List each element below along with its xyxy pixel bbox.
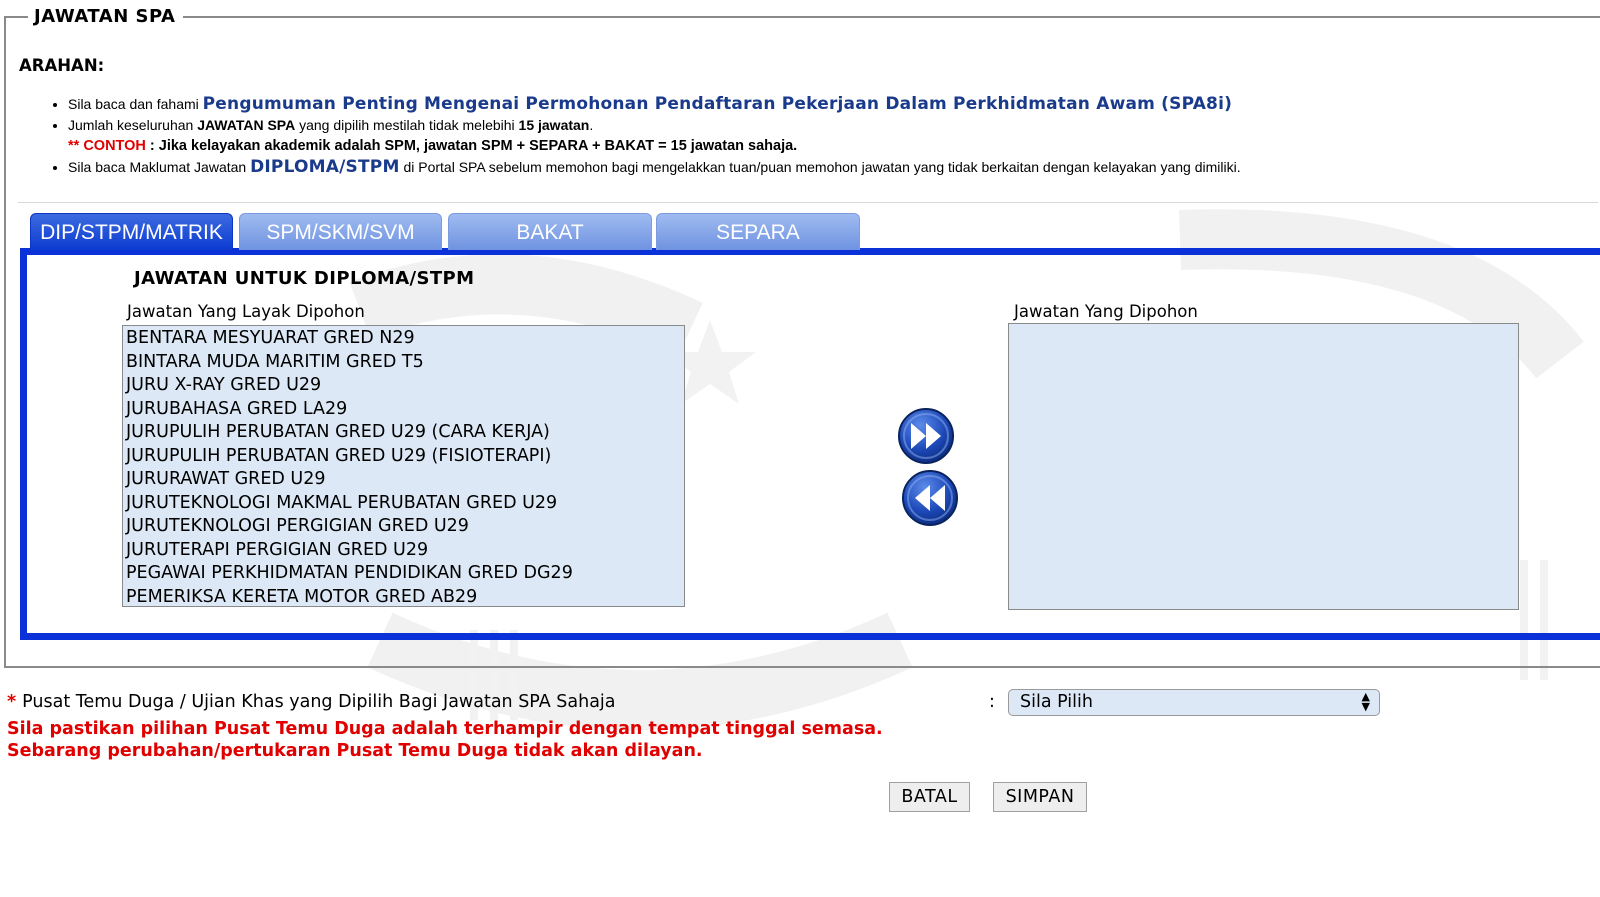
- save-button[interactable]: SIMPAN: [993, 782, 1087, 812]
- select-arrows-icon: ▲ ▼: [1361, 690, 1370, 713]
- cancel-button[interactable]: BATAL: [889, 782, 970, 812]
- instruction-text: di Portal SPA sebelum memohon bagi menge…: [399, 159, 1241, 175]
- diploma-stpm-link[interactable]: DIPLOMA/STPM: [250, 157, 399, 177]
- contoh-note: ** CONTOH : Jika kelayakan akademik adal…: [68, 136, 1241, 157]
- interview-centre-label: * Pusat Temu Duga / Ujian Khas yang Dipil…: [7, 692, 616, 712]
- available-positions-label: Jawatan Yang Layak Dipohon: [127, 302, 365, 321]
- tab-dip-stpm-matrik[interactable]: DIP/STPM/MATRIK: [30, 213, 233, 250]
- tab-spm-skm-svm[interactable]: SPM/SKM/SVM: [239, 213, 442, 250]
- instruction-bold: JAWATAN SPA: [197, 117, 296, 133]
- tab-bakat[interactable]: BAKAT: [448, 213, 652, 250]
- instruction-bold: 15 jawatan: [518, 117, 590, 133]
- list-item[interactable]: JURU X-RAY GRED U29: [123, 374, 684, 398]
- double-arrow-left-icon[interactable]: [901, 469, 959, 527]
- list-item[interactable]: BENTARA MESYUARAT GRED N29: [123, 327, 684, 351]
- contoh-label: ** CONTOH: [68, 138, 146, 154]
- instruction-text: Sila baca Maklumat Jawatan: [68, 159, 251, 175]
- warning-line: Sila pastikan pilihan Pusat Temu Duga ad…: [7, 719, 883, 739]
- list-item[interactable]: JURUBAHASA GRED LA29: [123, 398, 684, 422]
- interview-centre-select[interactable]: Sila Pilih ▲ ▼: [1008, 689, 1380, 716]
- list-item[interactable]: JURURAWAT GRED U29: [123, 468, 684, 492]
- list-item[interactable]: JURUPULIH PERUBATAN GRED U29 (FISIOTERAP…: [123, 445, 684, 469]
- instruction-item: Sila baca Maklumat Jawatan DIPLOMA/STPM …: [68, 157, 1241, 178]
- selected-positions-listbox[interactable]: [1008, 323, 1519, 610]
- list-item[interactable]: JURUTEKNOLOGI PERGIGIAN GRED U29: [123, 515, 684, 539]
- section-title: JAWATAN SPA: [28, 6, 184, 28]
- list-item[interactable]: JURUTERAPI PERGIGIAN GRED U29: [123, 539, 684, 563]
- tab-separa[interactable]: SEPARA: [656, 213, 860, 250]
- arahan-heading: ARAHAN:: [19, 56, 105, 75]
- divider: [18, 202, 1598, 203]
- required-mark: *: [7, 692, 17, 712]
- double-arrow-right-icon[interactable]: [897, 407, 955, 465]
- instruction-list: Sila baca dan fahami Pengumuman Penting …: [40, 94, 1241, 178]
- warning-line: Sebarang perubahan/pertukaran Pusat Temu…: [7, 741, 703, 761]
- contoh-text: : Jika kelayakan akademik adalah SPM, ja…: [145, 138, 798, 154]
- interview-centre-warning: Sila pastikan pilihan Pusat Temu Duga ad…: [7, 718, 883, 762]
- instruction-text: yang dipilih mestilah tidak melebihi: [295, 117, 519, 133]
- list-item[interactable]: PEGAWAI PERKHIDMATAN PENDIDIKAN GRED DG2…: [123, 562, 684, 586]
- instruction-text: Jumlah keseluruhan: [68, 117, 198, 133]
- announcement-link[interactable]: Pengumuman Penting Mengenai Permohonan P…: [203, 94, 1232, 114]
- field-colon: :: [989, 692, 995, 712]
- instruction-item: Jumlah keseluruhan JAWATAN SPA yang dipi…: [68, 115, 1241, 157]
- list-item[interactable]: JURUPULIH PERUBATAN GRED U29 (CARA KERJA…: [123, 421, 684, 445]
- interview-centre-label-text: Pusat Temu Duga / Ujian Khas yang Dipili…: [22, 692, 616, 712]
- selected-positions-label: Jawatan Yang Dipohon: [1014, 302, 1198, 321]
- list-item[interactable]: BINTARA MUDA MARITIM GRED T5: [123, 351, 684, 375]
- instruction-text: .: [589, 117, 594, 133]
- list-item[interactable]: JURUTEKNOLOGI MAKMAL PERUBATAN GRED U29: [123, 492, 684, 516]
- instruction-text: Sila baca dan fahami: [68, 96, 203, 112]
- panel-title: JAWATAN UNTUK DIPLOMA/STPM: [134, 268, 475, 289]
- select-value: Sila Pilih: [1020, 692, 1093, 712]
- list-item[interactable]: PEMERIKSA KERETA MOTOR GRED AB29: [123, 586, 684, 607]
- available-positions-listbox[interactable]: BENTARA MESYUARAT GRED N29 BINTARA MUDA M…: [122, 325, 685, 607]
- instruction-item: Sila baca dan fahami Pengumuman Penting …: [68, 94, 1241, 115]
